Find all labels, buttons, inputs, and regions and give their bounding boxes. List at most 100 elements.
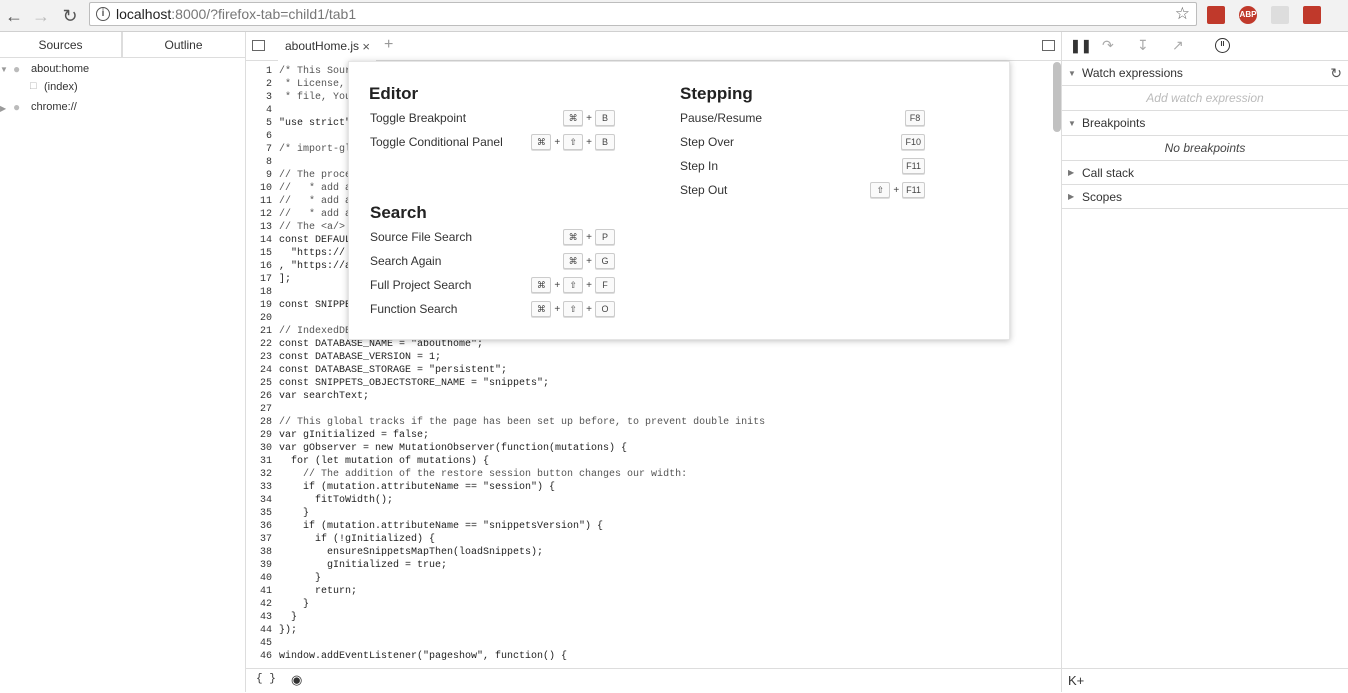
line-number[interactable]: 36 <box>246 521 272 532</box>
add-tab-icon[interactable]: + <box>384 36 393 54</box>
line-number[interactable]: 26 <box>246 391 272 402</box>
scopes-header[interactable]: ▶ Scopes <box>1062 185 1348 209</box>
line-number[interactable]: 30 <box>246 443 272 454</box>
forward-icon[interactable]: → <box>29 4 53 28</box>
line-number[interactable]: 38 <box>246 547 272 558</box>
line-number[interactable]: 32 <box>246 469 272 480</box>
line-number[interactable]: 7 <box>246 144 272 155</box>
adblock-icon[interactable]: ABP <box>1239 6 1257 24</box>
red-extension-icon[interactable] <box>1303 6 1321 24</box>
key-cap: ⇧ <box>563 277 584 293</box>
line-number[interactable]: 6 <box>246 131 272 142</box>
line-number[interactable]: 20 <box>246 313 272 324</box>
key-cap: F11 <box>902 182 925 198</box>
key-combo: ⇧ + F11 <box>870 182 925 198</box>
tree-item-chrome[interactable]: chrome:// <box>31 101 77 113</box>
line-number[interactable]: 34 <box>246 495 272 506</box>
tree-item-index[interactable]: (index) <box>44 81 78 93</box>
line-number[interactable]: 17 <box>246 274 272 285</box>
back-icon[interactable]: ← <box>2 4 26 28</box>
key-combo: ⌘ + ⇧ + B <box>531 134 615 150</box>
line-number[interactable]: 1 <box>246 66 272 77</box>
collapse-arrow-icon[interactable]: ▶ <box>0 104 6 113</box>
code-line: } <box>279 508 310 519</box>
code-line: // IndexedDB <box>279 326 352 337</box>
bookmark-extension-icon[interactable] <box>1207 6 1225 24</box>
tree-item-about-home[interactable]: about:home <box>31 63 89 75</box>
shortcuts-toggle[interactable]: K+ <box>1062 668 1348 692</box>
tab-sources[interactable]: Sources <box>0 32 122 57</box>
tab-outline[interactable]: Outline <box>122 32 244 57</box>
expand-arrow-icon: ▼ <box>1068 119 1076 128</box>
pause-icon[interactable]: ❚❚ <box>1070 38 1092 54</box>
watch-expressions-header[interactable]: ▼ Watch expressions ↻ <box>1062 61 1348 86</box>
code-line: } <box>279 612 298 623</box>
line-number[interactable]: 45 <box>246 638 272 649</box>
search-shortcut-label: Full Project Search <box>370 278 472 292</box>
toggle-sources-icon[interactable] <box>252 40 265 51</box>
line-number[interactable]: 18 <box>246 287 272 298</box>
line-number[interactable]: 28 <box>246 417 272 428</box>
line-number[interactable]: 25 <box>246 378 272 389</box>
expand-arrow-icon[interactable]: ▼ <box>0 65 8 74</box>
line-number[interactable]: 23 <box>246 352 272 363</box>
line-number[interactable]: 3 <box>246 92 272 103</box>
line-number[interactable]: 29 <box>246 430 272 441</box>
line-number[interactable]: 31 <box>246 456 272 467</box>
pretty-print-button[interactable]: { } <box>256 673 276 685</box>
stepping-section-title: Stepping <box>680 84 753 103</box>
line-number[interactable]: 2 <box>246 79 272 90</box>
step-over-icon[interactable]: ↷ <box>1102 37 1114 54</box>
call-stack-header[interactable]: ▶ Call stack <box>1062 161 1348 185</box>
plus-sign: + <box>586 303 592 315</box>
line-number[interactable]: 15 <box>246 248 272 259</box>
info-icon[interactable]: i <box>96 7 110 21</box>
line-number[interactable]: 10 <box>246 183 272 194</box>
line-number[interactable]: 16 <box>246 261 272 272</box>
line-number[interactable]: 33 <box>246 482 272 493</box>
line-number[interactable]: 19 <box>246 300 272 311</box>
eye-icon[interactable]: ◉ <box>291 672 302 688</box>
line-number[interactable]: 46 <box>246 651 272 662</box>
line-number[interactable]: 44 <box>246 625 272 636</box>
key-combo: ⌘ + B <box>563 110 615 126</box>
step-in-icon[interactable]: ↧ <box>1137 37 1149 54</box>
line-number[interactable]: 37 <box>246 534 272 545</box>
line-number[interactable]: 40 <box>246 573 272 584</box>
line-number[interactable]: 9 <box>246 170 272 181</box>
close-icon[interactable]: × <box>362 32 370 61</box>
url-bar[interactable]: i localhost:8000/?firefox-tab=child1/tab… <box>89 2 1197 26</box>
line-number[interactable]: 24 <box>246 365 272 376</box>
line-number[interactable]: 35 <box>246 508 272 519</box>
add-watch-expression-input[interactable]: Add watch expression <box>1062 86 1348 111</box>
pause-on-exceptions-icon[interactable]: II <box>1215 38 1230 53</box>
toggle-panes-icon[interactable] <box>1042 40 1055 51</box>
sources-tabs: Sources Outline <box>0 32 245 58</box>
line-number[interactable]: 42 <box>246 599 272 610</box>
line-number[interactable]: 12 <box>246 209 272 220</box>
line-number[interactable]: 39 <box>246 560 272 571</box>
scrollbar[interactable] <box>1053 62 1061 132</box>
line-number[interactable]: 8 <box>246 157 272 168</box>
pdf-extension-icon[interactable] <box>1271 6 1289 24</box>
line-number[interactable]: 14 <box>246 235 272 246</box>
line-number[interactable]: 5 <box>246 118 272 129</box>
step-out-icon[interactable]: ↗ <box>1172 37 1184 54</box>
line-number[interactable]: 41 <box>246 586 272 597</box>
line-number[interactable]: 11 <box>246 196 272 207</box>
line-number[interactable]: 21 <box>246 326 272 337</box>
line-number[interactable]: 22 <box>246 339 272 350</box>
bookmark-star-icon[interactable]: ☆ <box>1175 3 1190 25</box>
code-line: , "https://a <box>279 261 352 272</box>
key-combo: ⌘ + ⇧ + F <box>531 277 615 293</box>
breakpoints-header[interactable]: ▼ Breakpoints <box>1062 111 1348 136</box>
refresh-icon[interactable]: ↻ <box>1330 61 1342 86</box>
line-number[interactable]: 27 <box>246 404 272 415</box>
search-shortcut-label: Search Again <box>370 254 442 268</box>
code-line: // The addition of the restore session b… <box>279 469 688 480</box>
line-number[interactable]: 43 <box>246 612 272 623</box>
line-number[interactable]: 13 <box>246 222 272 233</box>
file-tab[interactable]: aboutHome.js × <box>278 32 376 62</box>
reload-icon[interactable]: ↻ <box>58 4 82 28</box>
line-number[interactable]: 4 <box>246 105 272 116</box>
